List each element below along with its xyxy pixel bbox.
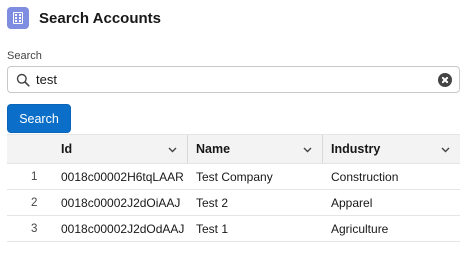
column-header-industry[interactable]: Industry bbox=[331, 135, 460, 163]
search-label: Search bbox=[7, 50, 42, 62]
table-row: 2 0018c00002J2dOiAAJ Test 2 Apparel bbox=[7, 190, 460, 216]
account-id: 0018c00002H6tqLAAR bbox=[61, 169, 184, 184]
column-header-label: Industry bbox=[331, 142, 381, 156]
account-name: Test 2 bbox=[196, 195, 229, 210]
account-id: 0018c00002J2dOdAAJ bbox=[61, 221, 185, 236]
chevron-down-icon[interactable] bbox=[303, 145, 312, 154]
row-number: 3 bbox=[31, 222, 38, 235]
column-header-name[interactable]: Name bbox=[196, 135, 322, 163]
account-name: Test 1 bbox=[196, 221, 229, 236]
search-button[interactable]: Search bbox=[7, 104, 71, 133]
account-industry: Agriculture bbox=[331, 221, 389, 236]
row-number: 1 bbox=[31, 170, 38, 183]
column-divider[interactable] bbox=[187, 135, 188, 163]
clear-icon[interactable] bbox=[438, 73, 452, 87]
page-header: Search Accounts bbox=[7, 6, 161, 30]
account-industry: Construction bbox=[331, 169, 399, 184]
chevron-down-icon[interactable] bbox=[441, 145, 450, 154]
table-header: Id Name Industry bbox=[7, 134, 460, 164]
account-industry: Apparel bbox=[331, 195, 373, 210]
search-input[interactable] bbox=[36, 70, 431, 89]
table-row: 3 0018c00002J2dOdAAJ Test 1 Agriculture bbox=[7, 216, 460, 242]
column-header-id[interactable]: Id bbox=[61, 135, 187, 163]
building-icon bbox=[7, 7, 29, 29]
accounts-table: Id Name Industry 1 0018c00002H6tqLAAR Te… bbox=[7, 134, 460, 242]
account-id: 0018c00002J2dOiAAJ bbox=[61, 195, 181, 210]
table-row: 1 0018c00002H6tqLAAR Test Company Constr… bbox=[7, 164, 460, 190]
column-header-label: Name bbox=[196, 142, 231, 156]
search-icon bbox=[16, 73, 30, 87]
chevron-down-icon[interactable] bbox=[168, 145, 177, 154]
page-title: Search Accounts bbox=[39, 9, 161, 27]
row-number: 2 bbox=[31, 196, 38, 209]
search-field[interactable] bbox=[7, 66, 460, 93]
column-divider[interactable] bbox=[322, 135, 323, 163]
account-name: Test Company bbox=[196, 169, 273, 184]
column-header-label: Id bbox=[61, 142, 73, 156]
